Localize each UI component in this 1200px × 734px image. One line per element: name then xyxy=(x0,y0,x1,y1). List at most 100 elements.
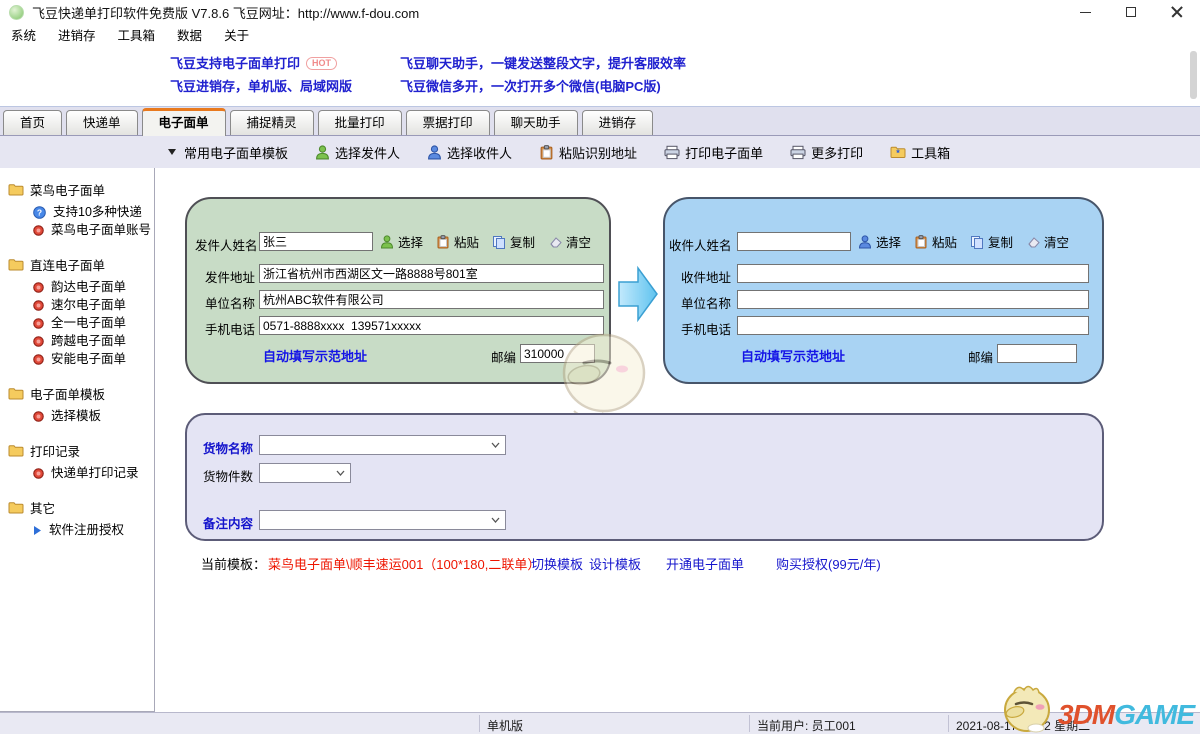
recipient-paste-button[interactable]: 粘贴 xyxy=(914,232,957,251)
sender-phone-label: 手机电话 xyxy=(205,319,255,338)
sidebar-item-anneng[interactable]: 安能电子面单 xyxy=(8,350,154,368)
red-dot-icon xyxy=(33,318,44,329)
sidebar-item-label: 菜鸟电子面单账号 xyxy=(51,221,151,239)
toolbox-button[interactable]: * 工具箱 xyxy=(890,143,950,162)
person-blue-icon xyxy=(858,235,872,249)
template-menu-button[interactable]: 常用电子面单模板 xyxy=(168,143,288,162)
maximize-button[interactable] xyxy=(1108,0,1154,24)
menu-system[interactable]: 系统 xyxy=(0,25,47,44)
tab-receipt-print[interactable]: 票据打印 xyxy=(406,110,490,135)
chevron-down-icon xyxy=(168,149,176,155)
recipient-address-input[interactable] xyxy=(737,264,1089,283)
recipient-select-button[interactable]: 选择 xyxy=(858,232,901,251)
group-title-label: 菜鸟电子面单 xyxy=(30,180,105,199)
recipient-phone-label: 手机电话 xyxy=(681,319,731,338)
sidebar-item-kuayue[interactable]: 跨越电子面单 xyxy=(8,332,154,350)
watermark-game: GAME xyxy=(1114,699,1194,730)
button-label: 复制 xyxy=(988,232,1013,251)
toolbar: 常用电子面单模板 选择发件人 选择收件人 粘贴识别地址 打印电子面单 更多打印 … xyxy=(0,136,1200,168)
menu-toolbox[interactable]: 工具箱 xyxy=(107,25,167,44)
menu-inventory[interactable]: 进销存 xyxy=(47,25,107,44)
recipient-company-input[interactable] xyxy=(737,290,1089,309)
current-user-status: 当前用户: 员工001 xyxy=(757,717,856,734)
select-recipient-button[interactable]: 选择收件人 xyxy=(427,143,512,162)
sender-company-input[interactable] xyxy=(259,290,604,309)
tab-inventory[interactable]: 进销存 xyxy=(582,110,654,135)
menu-data[interactable]: 数据 xyxy=(166,25,213,44)
recipient-phone-input[interactable] xyxy=(737,316,1089,335)
sender-name-label: 发件人姓名 xyxy=(195,235,258,254)
menu-about[interactable]: 关于 xyxy=(213,25,260,44)
tab-capture[interactable]: 捕捉精灵 xyxy=(230,110,314,135)
more-print-button[interactable]: 更多打印 xyxy=(790,143,863,162)
red-dot-icon xyxy=(33,225,44,236)
buy-license-link[interactable]: 购买授权(99元/年) xyxy=(776,554,881,573)
red-dot-icon xyxy=(33,300,44,311)
edition-status: 单机版 xyxy=(487,717,523,734)
sidebar-item-express-print-record[interactable]: 快递单打印记录 xyxy=(8,464,154,482)
goods-name-combo[interactable] xyxy=(259,435,506,455)
recipient-name-input[interactable] xyxy=(737,232,851,251)
window-controls xyxy=(1062,0,1200,24)
recipient-zip-input[interactable] xyxy=(997,344,1077,363)
folder-icon xyxy=(8,387,24,400)
sender-address-input[interactable] xyxy=(259,264,604,283)
sender-autofill-link[interactable]: 自动填写示范地址 xyxy=(263,346,367,365)
sidebar-group-title-print-records[interactable]: 打印记录 xyxy=(8,441,154,460)
recipient-name-label: 收件人姓名 xyxy=(669,235,732,254)
paste-recognize-button[interactable]: 粘贴识别地址 xyxy=(539,143,637,162)
open-elabel-link[interactable]: 开通电子面单 xyxy=(666,554,744,573)
switch-template-link[interactable]: 切换模板 xyxy=(531,554,583,573)
sidebar-item-support-express[interactable]: ? 支持10多种快递 xyxy=(8,203,154,221)
promo-link-chat[interactable]: 飞豆聊天助手，一键发送整段文字，提升客服效率 xyxy=(400,53,686,72)
sidebar-group-title-other[interactable]: 其它 xyxy=(8,498,154,517)
promo-link-erp[interactable]: 飞豆进销存，单机版、局域网版 xyxy=(170,76,352,95)
sidebar-group-title-templates[interactable]: 电子面单模板 xyxy=(8,384,154,403)
sidebar-item-register-license[interactable]: 软件注册授权 xyxy=(8,521,154,539)
print-elabel-button[interactable]: 打印电子面单 xyxy=(664,143,763,162)
tab-express-sheet[interactable]: 快递单 xyxy=(66,110,138,135)
copy-icon xyxy=(970,235,984,249)
recipient-copy-button[interactable]: 复制 xyxy=(970,232,1013,251)
sidebar-item-choose-template[interactable]: 选择模板 xyxy=(8,407,154,425)
promo-link-wechat[interactable]: 飞豆微信多开，一次打开多个微信(电脑PC版) xyxy=(400,76,661,95)
minimize-button[interactable] xyxy=(1062,0,1108,24)
tab-elabel[interactable]: 电子面单 xyxy=(142,108,226,136)
sender-phone-input[interactable] xyxy=(259,316,604,335)
tab-chat-helper[interactable]: 聊天助手 xyxy=(494,110,578,135)
group-title-label: 电子面单模板 xyxy=(30,384,105,403)
goods-note-combo[interactable] xyxy=(259,510,506,530)
sender-paste-button[interactable]: 粘贴 xyxy=(436,232,479,251)
red-dot-icon xyxy=(33,411,44,422)
sender-name-input[interactable] xyxy=(259,232,373,251)
goods-count-combo[interactable] xyxy=(259,463,351,483)
sidebar-group-title-direct[interactable]: 直连电子面单 xyxy=(8,255,154,274)
main-area: 发件人姓名 选择 粘贴 复制 清空 发件地址 单位名称 手机电话 xyxy=(156,168,1200,712)
sender-select-button[interactable]: 选择 xyxy=(380,232,423,251)
recipient-clear-button[interactable]: 清空 xyxy=(1026,232,1069,251)
sidebar-group-other: 其它 软件注册授权 xyxy=(8,498,154,539)
sidebar-group-title-cainiao[interactable]: 菜鸟电子面单 xyxy=(8,180,154,199)
sidebar-item-sure[interactable]: 速尔电子面单 xyxy=(8,296,154,314)
red-dot-icon xyxy=(33,336,44,347)
sidebar-item-cainiao-account[interactable]: 菜鸟电子面单账号 xyxy=(8,221,154,239)
clipboard-icon xyxy=(539,145,554,160)
recipient-autofill-link[interactable]: 自动填写示范地址 xyxy=(741,346,845,365)
button-label: 粘贴 xyxy=(932,232,957,251)
sidebar-item-yunda[interactable]: 韵达电子面单 xyxy=(8,278,154,296)
sender-copy-button[interactable]: 复制 xyxy=(492,232,535,251)
sidebar-item-label: 快递单打印记录 xyxy=(51,464,139,482)
promo-link-elabel[interactable]: 飞豆支持电子面单打印HOT xyxy=(170,53,337,72)
triangle-right-icon xyxy=(33,525,42,536)
site-watermark: 3DMGAME xyxy=(1000,682,1194,734)
close-button[interactable] xyxy=(1154,0,1200,24)
design-template-link[interactable]: 设计模板 xyxy=(589,554,641,573)
person-green-icon xyxy=(380,235,394,249)
tab-home[interactable]: 首页 xyxy=(3,110,62,135)
tab-batch-print[interactable]: 批量打印 xyxy=(318,110,402,135)
promo-scrollbar[interactable] xyxy=(1190,51,1197,99)
sidebar-item-quanyi[interactable]: 全一电子面单 xyxy=(8,314,154,332)
select-sender-button[interactable]: 选择发件人 xyxy=(315,143,400,162)
sender-clear-button[interactable]: 清空 xyxy=(548,232,591,251)
sidebar-group-direct: 直连电子面单 韵达电子面单 速尔电子面单 全一电子面单 跨越电子面单 安能电子面… xyxy=(8,255,154,368)
